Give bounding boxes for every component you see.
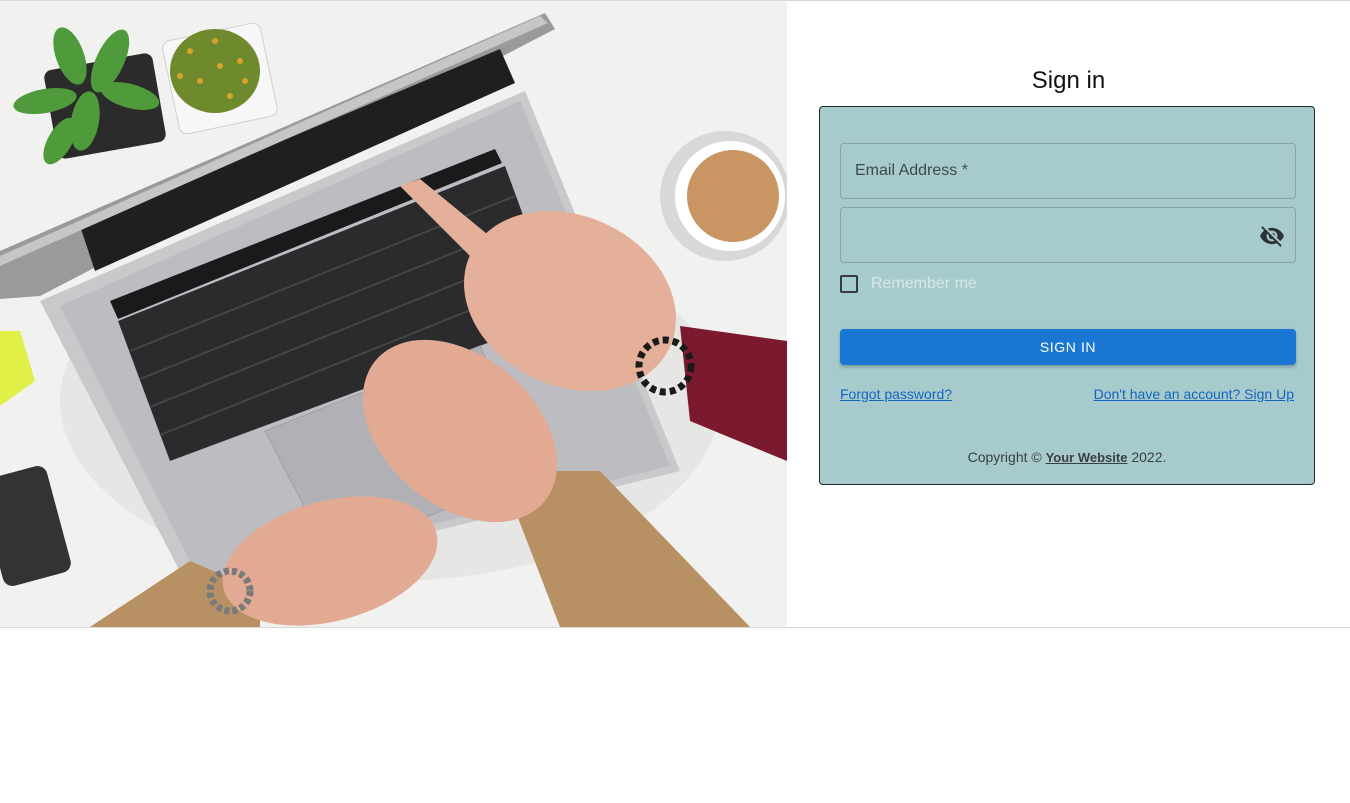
- copyright-prefix: Copyright ©: [967, 449, 1042, 465]
- forgot-password-link[interactable]: Forgot password?: [840, 386, 952, 402]
- signin-page: Sign in Remember me Sign In Forgot passw…: [0, 1, 1350, 628]
- remember-label: Remember me: [871, 275, 977, 292]
- sign-in-button[interactable]: Sign In: [840, 329, 1296, 365]
- email-field[interactable]: [840, 143, 1296, 199]
- copyright-year: 2022.: [1131, 449, 1167, 465]
- password-field[interactable]: [840, 207, 1296, 263]
- email-input[interactable]: [841, 144, 1295, 198]
- visibility-off-icon-glyph: [1260, 226, 1284, 247]
- sign-up-link[interactable]: Don't have an account? Sign Up: [1094, 386, 1294, 402]
- signin-panel: Sign in Remember me Sign In Forgot passw…: [787, 1, 1350, 627]
- page-title: Sign in: [1031, 67, 1106, 94]
- website-link[interactable]: Your Website: [1046, 450, 1128, 465]
- hero-image: [0, 1, 787, 627]
- laptop-typing-illustration: [0, 1, 787, 627]
- visibility-off-icon[interactable]: [1259, 223, 1285, 249]
- remember-me: Remember me: [840, 273, 977, 295]
- copyright-footer: Copyright © Your Website 2022.: [820, 449, 1314, 465]
- remember-checkbox[interactable]: [840, 275, 858, 293]
- signin-card: Remember me Sign In Forgot password? Don…: [819, 106, 1315, 485]
- password-input[interactable]: [841, 208, 1295, 262]
